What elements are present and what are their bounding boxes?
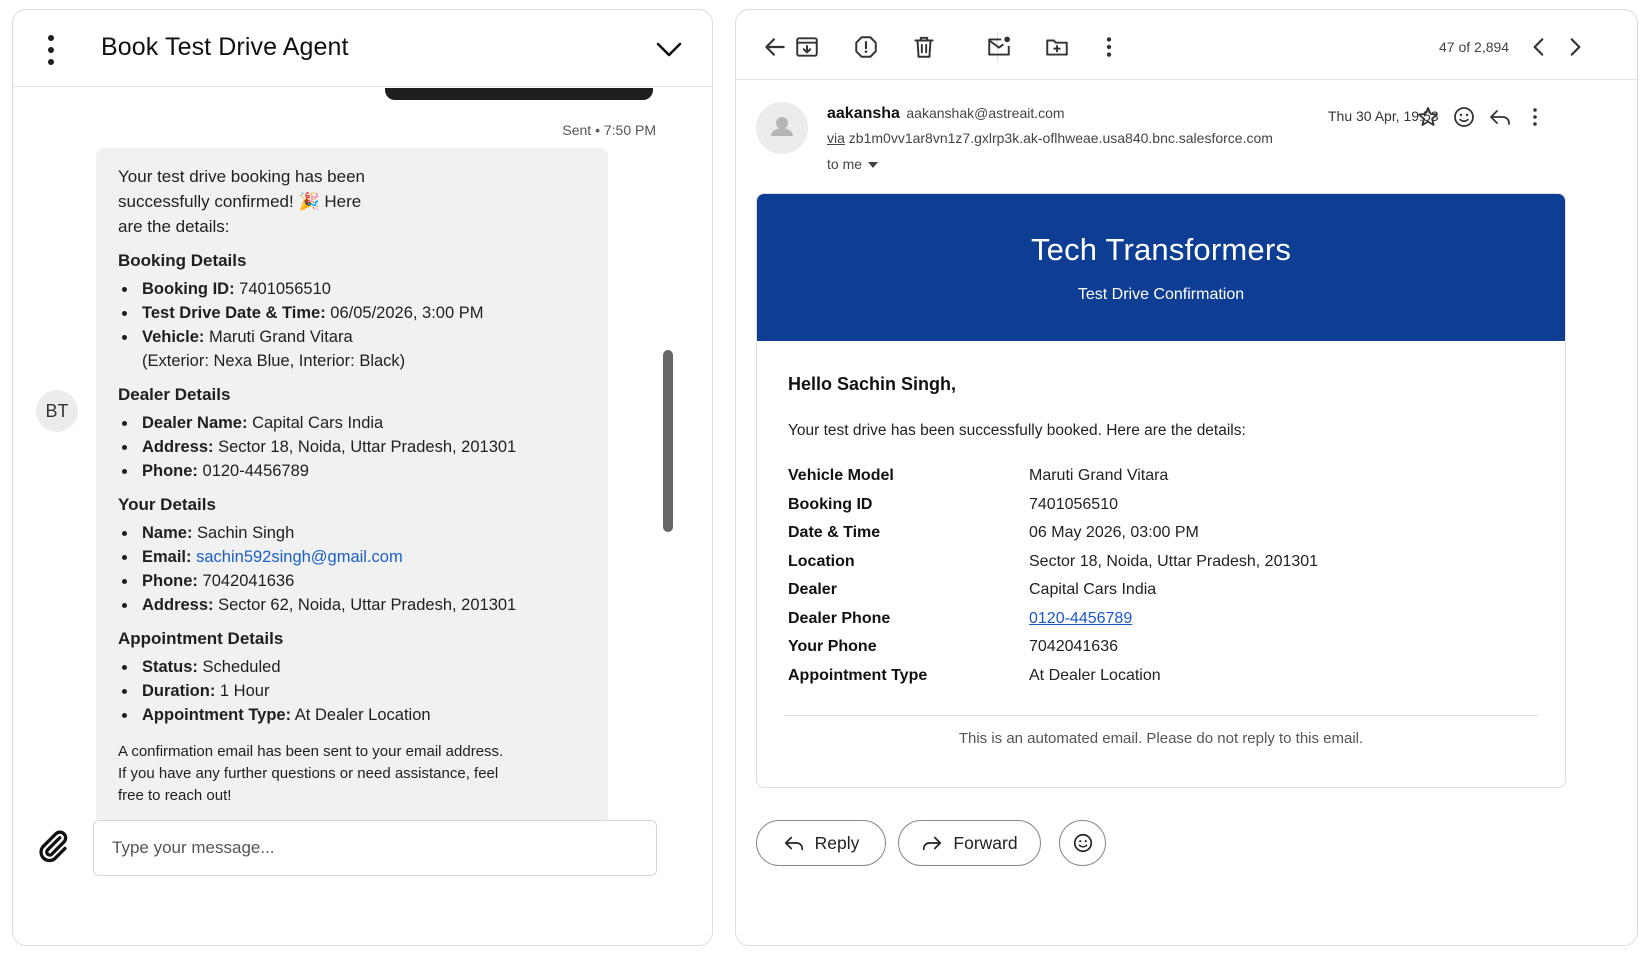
chat-panel: Book Test Drive Agent Sent • 7:50 PM BT … — [12, 9, 713, 946]
closing-message: A confirmation email has been sent to yo… — [118, 743, 504, 804]
message-input[interactable] — [93, 820, 657, 876]
your-details-list: Name: Sachin Singh Email: sachin592singh… — [118, 521, 586, 617]
chat-messages: Sent • 7:50 PM BT Your test drive bookin… — [13, 88, 712, 858]
delete-icon[interactable] — [911, 34, 937, 60]
bot-avatar: BT — [36, 390, 78, 432]
bot-message-bubble: Your test drive booking has been success… — [96, 148, 608, 824]
list-item: Test Drive Date & Time: 06/05/2026, 3:00… — [118, 301, 586, 325]
forward-button[interactable]: Forward — [898, 820, 1041, 866]
reply-icon — [784, 836, 803, 851]
list-item: Address: Sector 18, Noida, Uttar Pradesh… — [118, 435, 586, 459]
chat-scrollbar[interactable] — [663, 350, 673, 532]
sender-name: aakansha — [827, 105, 900, 122]
list-item: Status: Scheduled — [118, 655, 586, 679]
more-vert-icon[interactable] — [1523, 105, 1547, 129]
table-row: Dealer Phone 0120-4456789 — [788, 609, 1133, 627]
via-line: via zb1m0vv1ar8vn1z7.gxlrp3k.ak-oflhweae… — [827, 130, 1273, 146]
emoji-icon — [1073, 833, 1092, 853]
automated-email-note: This is an automated email. Please do no… — [958, 730, 1364, 747]
emoji-button[interactable] — [1059, 820, 1106, 866]
divider — [784, 715, 1538, 716]
list-item: Name: Sachin Singh — [118, 521, 586, 545]
star-icon[interactable] — [1416, 105, 1440, 129]
appointment-details-list: Status: Scheduled Duration: 1 Hour Appoi… — [118, 655, 586, 727]
table-row: Your Phone 7042041636 — [788, 638, 1118, 656]
list-item: Booking ID: 7401056510 — [118, 277, 586, 301]
email-greeting: Hello Sachin Singh, — [788, 374, 957, 394]
email-toolbar: 47 of 2,894 — [736, 10, 1637, 80]
report-spam-icon[interactable] — [853, 34, 879, 60]
banner-title: Tech Transformers — [1030, 232, 1292, 267]
table-row: Dealer Capital Cars India — [788, 581, 1157, 599]
move-to-folder-icon[interactable] — [1044, 34, 1070, 60]
list-item: Dealer Name: Capital Cars India — [118, 411, 586, 435]
list-item: Appointment Type: At Dealer Location — [118, 703, 586, 727]
chat-title: Book Test Drive Agent — [101, 33, 349, 61]
chat-header: Book Test Drive Agent — [13, 10, 712, 87]
dealer-details-list: Dealer Name: Capital Cars India Address:… — [118, 411, 586, 483]
list-item: Phone: 7042041636 — [118, 569, 586, 593]
email-banner: Tech Transformers Test Drive Confirmatio… — [757, 194, 1565, 341]
chevron-right-icon[interactable] — [1562, 34, 1588, 60]
dealer-phone-link[interactable]: 0120-4456789 — [1029, 610, 1132, 627]
dealer-details-heading: Dealer Details — [118, 385, 231, 404]
forward-icon — [923, 836, 942, 851]
list-item: Vehicle: Maruti Grand Vitara (Exterior: N… — [118, 325, 586, 373]
more-options-icon[interactable] — [47, 35, 55, 65]
table-row: Location Sector 18, Noida, Uttar Pradesh,… — [788, 552, 1319, 570]
table-row: Appointment Type At Dealer Location — [788, 666, 1161, 684]
emoji-reaction-icon[interactable] — [1452, 105, 1476, 129]
list-item: Duration: 1 Hour — [118, 679, 586, 703]
caret-down-icon — [868, 162, 879, 169]
list-item: Phone: 0120-4456789 — [118, 459, 586, 483]
reply-icon[interactable] — [1488, 105, 1512, 129]
email-link[interactable]: sachin592singh@gmail.com — [196, 548, 403, 566]
list-item: Address: Sector 62, Noida, Uttar Pradesh… — [118, 593, 586, 617]
recipient-details-toggle[interactable]: to me — [827, 156, 879, 172]
back-arrow-icon[interactable] — [762, 34, 788, 60]
chevron-left-icon[interactable] — [1526, 34, 1552, 60]
archive-icon[interactable] — [794, 34, 820, 60]
banner-subtitle: Test Drive Confirmation — [1077, 286, 1245, 303]
email-panel: 47 of 2,894 aakansha aakanshak@astreait.… — [735, 9, 1638, 946]
list-item: Email: sachin592singh@gmail.com — [118, 545, 586, 569]
sender-avatar — [756, 102, 808, 154]
message-intro: Your test drive booking has been success… — [118, 167, 365, 236]
more-vert-icon[interactable] — [1096, 34, 1122, 60]
reply-button[interactable]: Reply — [756, 820, 886, 866]
email-intro: Your test drive has been successfully bo… — [788, 422, 1246, 439]
booking-details-list: Booking ID: 7401056510 Test Drive Date &… — [118, 277, 586, 373]
sender-info: aakansha aakanshak@astreait.com — [827, 105, 1065, 123]
email-body-card: Tech Transformers Test Drive Confirmatio… — [756, 193, 1566, 788]
booking-details-heading: Booking Details — [118, 251, 247, 270]
your-details-heading: Your Details — [118, 495, 216, 514]
table-row: Date & Time 06 May 2026, 03:00 PM — [788, 524, 1199, 542]
paperclip-icon[interactable] — [35, 828, 71, 864]
chevron-down-icon[interactable] — [654, 34, 684, 64]
message-counter: 47 of 2,894 — [1439, 39, 1510, 55]
table-row: Booking ID 7401056510 — [788, 495, 1118, 513]
sent-timestamp: Sent • 7:50 PM — [562, 122, 656, 138]
mark-unread-icon[interactable] — [986, 34, 1012, 60]
appointment-details-heading: Appointment Details — [118, 629, 284, 648]
previous-message-bubble — [385, 88, 653, 100]
sender-email: aakanshak@astreait.com — [906, 105, 1065, 121]
table-row: Vehicle Model Maruti Grand Vitara — [788, 467, 1169, 485]
booking-details-table: Vehicle Model Maruti Grand Vitara Booking… — [788, 462, 1428, 690]
